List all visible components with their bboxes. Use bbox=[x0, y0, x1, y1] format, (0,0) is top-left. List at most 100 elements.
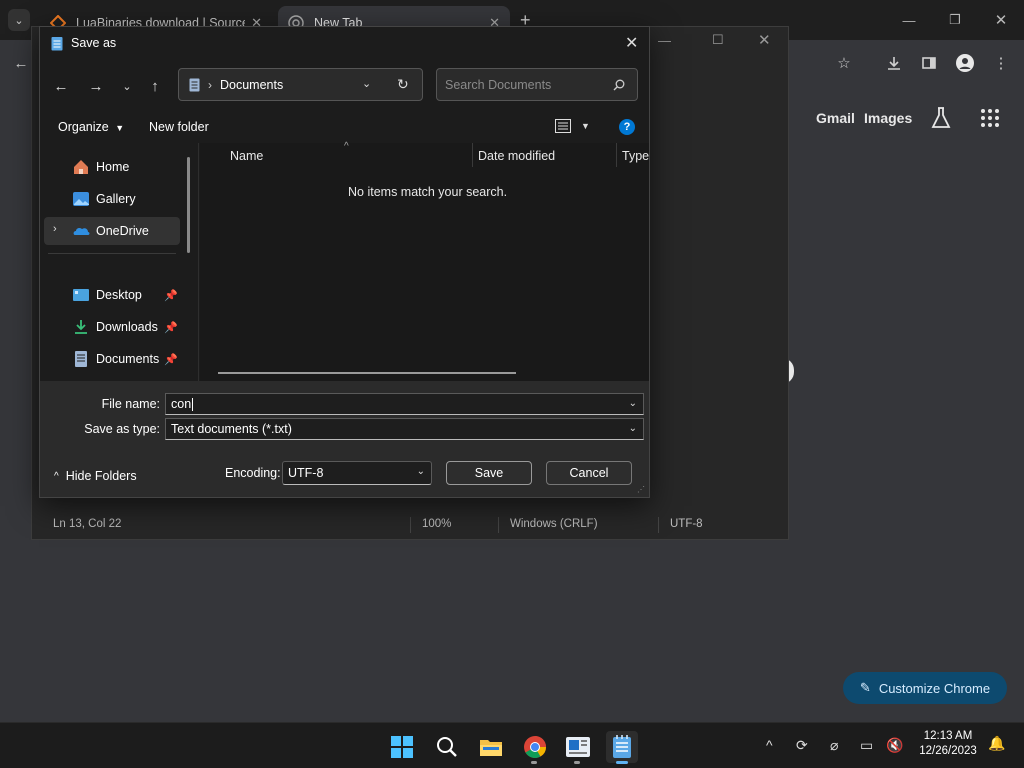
gallery-icon bbox=[73, 192, 89, 206]
column-header-name[interactable]: Name bbox=[230, 149, 263, 163]
column-header-type[interactable]: Type bbox=[622, 149, 649, 163]
customize-chrome-button[interactable]: ✎ Customize Chrome bbox=[843, 672, 1007, 704]
nav-item-label: Desktop bbox=[96, 288, 142, 302]
resize-grip-icon[interactable]: ⋰ bbox=[637, 485, 645, 494]
pane-divider[interactable] bbox=[198, 143, 199, 381]
documents-icon bbox=[75, 351, 87, 367]
pin-icon: 📌 bbox=[164, 321, 178, 334]
gmail-link[interactable]: Gmail bbox=[816, 110, 855, 126]
pin-icon: 📌 bbox=[164, 353, 178, 366]
nav-item-downloads[interactable]: Downloads 📌 bbox=[44, 313, 178, 341]
apps-grid-icon[interactable] bbox=[980, 108, 1000, 128]
customize-label: Customize Chrome bbox=[878, 680, 991, 696]
recent-locations-icon[interactable]: ⌄ bbox=[116, 75, 138, 97]
encoding-value: UTF-8 bbox=[288, 466, 324, 480]
hide-folders-button[interactable]: ^ Hide Folders bbox=[54, 469, 137, 483]
maximize-icon[interactable]: ☐ bbox=[712, 32, 724, 48]
encoding-label: Encoding: bbox=[225, 466, 281, 480]
close-window-icon[interactable]: ✕ bbox=[985, 8, 1017, 32]
notepad-icon[interactable] bbox=[606, 731, 638, 763]
bookmark-star-icon[interactable]: ☆ bbox=[833, 52, 855, 74]
nav-item-desktop[interactable]: Desktop 📌 bbox=[44, 281, 178, 309]
tab-search-button[interactable]: ⌄ bbox=[8, 9, 30, 31]
active-indicator bbox=[616, 761, 628, 764]
back-icon[interactable]: ← bbox=[10, 52, 32, 74]
back-arrow-icon[interactable]: ← bbox=[50, 75, 72, 97]
new-folder-button[interactable]: New folder bbox=[149, 120, 209, 134]
column-header-date-modified[interactable]: Date modified bbox=[478, 149, 555, 163]
view-options-icon[interactable] bbox=[555, 119, 573, 133]
nav-item-gallery[interactable]: Gallery bbox=[44, 185, 178, 213]
minimize-icon[interactable]: — bbox=[893, 8, 925, 32]
file-name-label: File name: bbox=[101, 397, 160, 411]
nav-scrollbar[interactable] bbox=[187, 157, 190, 253]
breadcrumb[interactable]: Documents bbox=[220, 78, 283, 92]
cancel-button[interactable]: Cancel bbox=[546, 461, 632, 485]
organize-label: Organize bbox=[58, 120, 109, 134]
profile-icon[interactable] bbox=[954, 52, 976, 74]
forward-arrow-icon[interactable]: → bbox=[85, 75, 107, 97]
chevron-up-icon: ^ bbox=[54, 470, 59, 482]
app-icon[interactable] bbox=[562, 731, 594, 763]
column-separator[interactable] bbox=[472, 143, 473, 167]
nav-item-label: Home bbox=[96, 160, 130, 174]
sync-icon[interactable]: ⟳ bbox=[796, 737, 808, 754]
cursor-position: Ln 13, Col 22 bbox=[53, 518, 122, 530]
system-clock[interactable]: 12:13 AM 12/26/2023 bbox=[912, 729, 984, 759]
nav-item-documents[interactable]: Documents 📌 bbox=[44, 345, 178, 373]
desktop-folder-icon bbox=[73, 289, 89, 301]
chevron-down-icon[interactable]: ⌄ bbox=[629, 398, 637, 409]
search-icon[interactable] bbox=[431, 731, 463, 763]
minimize-icon[interactable]: — bbox=[658, 33, 671, 48]
help-icon[interactable]: ? bbox=[619, 119, 635, 135]
encoding-status: UTF-8 bbox=[670, 518, 703, 530]
expand-chevron-icon[interactable]: › bbox=[53, 223, 57, 235]
column-separator[interactable] bbox=[616, 143, 617, 167]
labs-flask-icon[interactable] bbox=[930, 106, 952, 130]
nav-item-label: Gallery bbox=[96, 192, 136, 206]
menu-icon[interactable]: ⋮ bbox=[990, 52, 1012, 74]
notification-bell-icon[interactable]: 🔔 bbox=[988, 735, 1005, 752]
pencil-icon: ✎ bbox=[859, 680, 871, 695]
refresh-icon[interactable]: ↻ bbox=[397, 76, 409, 93]
navigation-pane: Home Gallery › OneDrive Desktop 📌 Downlo… bbox=[40, 143, 198, 381]
display-icon[interactable]: ▭ bbox=[860, 737, 873, 754]
dialog-title-bar: Save as ✕ bbox=[40, 27, 649, 59]
address-dropdown-icon[interactable]: ⌄ bbox=[362, 77, 371, 90]
restore-icon[interactable]: ❐ bbox=[939, 8, 971, 32]
home-icon bbox=[74, 160, 88, 174]
nav-item-label: Documents bbox=[96, 352, 160, 366]
save-type-select[interactable]: Text documents (*.txt) ⌄ bbox=[165, 418, 644, 440]
volume-muted-icon[interactable]: 🔇 bbox=[886, 737, 903, 754]
line-ending: Windows (CRLF) bbox=[510, 518, 598, 530]
running-indicator bbox=[574, 761, 580, 764]
start-icon[interactable] bbox=[386, 731, 418, 763]
chevron-up-icon[interactable]: ^ bbox=[766, 737, 773, 753]
chrome-icon[interactable] bbox=[519, 731, 551, 763]
close-window-icon[interactable]: ✕ bbox=[758, 31, 771, 49]
running-indicator bbox=[531, 761, 537, 764]
chevron-down-icon: ⌄ bbox=[416, 466, 425, 477]
save-type-label: Save as type: bbox=[84, 422, 160, 436]
view-dropdown-icon[interactable]: ▼ bbox=[581, 121, 590, 131]
nav-item-home[interactable]: Home bbox=[44, 153, 178, 181]
nav-item-onedrive[interactable]: › OneDrive bbox=[44, 217, 180, 245]
address-bar[interactable]: › Documents ⌄ ↻ bbox=[178, 68, 423, 101]
encoding-select[interactable]: UTF-8 ⌄ bbox=[282, 461, 432, 485]
network-offline-icon[interactable]: ⌀ bbox=[830, 737, 838, 754]
up-arrow-icon[interactable]: ↑ bbox=[144, 75, 166, 97]
documents-icon bbox=[189, 78, 200, 91]
horizontal-scrollbar[interactable] bbox=[218, 372, 516, 374]
file-name-input[interactable]: con ⌄ bbox=[165, 393, 644, 415]
save-button[interactable]: Save bbox=[446, 461, 532, 485]
organize-dropdown-icon: ▼ bbox=[115, 123, 125, 133]
organize-button[interactable]: Organize ▼ bbox=[58, 120, 124, 134]
download-icon[interactable] bbox=[883, 52, 905, 74]
search-icon[interactable] bbox=[613, 79, 625, 91]
close-dialog-icon[interactable]: ✕ bbox=[625, 33, 638, 53]
images-link[interactable]: Images bbox=[864, 110, 912, 126]
pin-icon: 📌 bbox=[164, 289, 178, 302]
search-documents-input[interactable]: Search Documents bbox=[436, 68, 638, 101]
side-panel-icon[interactable] bbox=[918, 52, 940, 74]
file-explorer-icon[interactable] bbox=[475, 731, 507, 763]
